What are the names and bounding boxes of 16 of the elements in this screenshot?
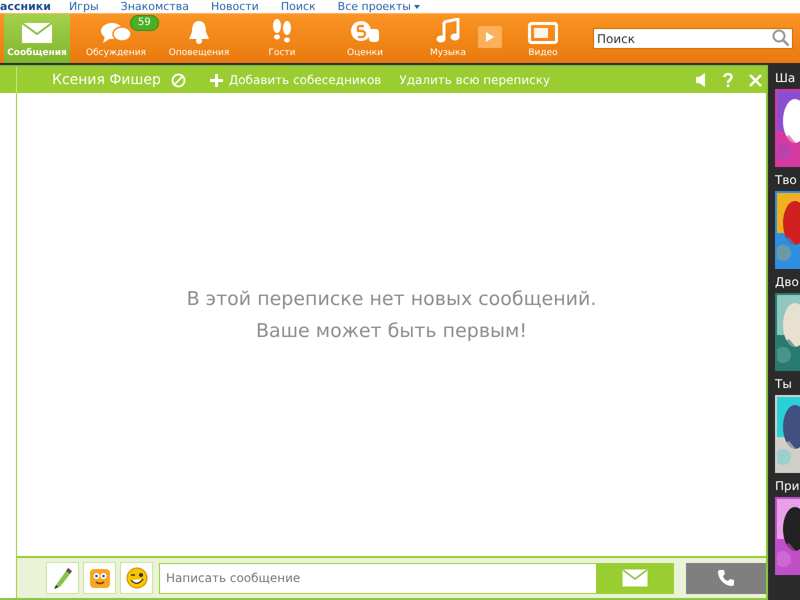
count-badge: 59 [130,15,159,31]
search-field[interactable]: Поиск [593,28,793,49]
top-link[interactable]: Все проекты [338,0,420,13]
top-link[interactable]: Поиск [280,0,316,13]
top-link[interactable]: Знакомства [120,0,189,13]
feed-title[interactable]: Ты [775,374,800,394]
site-logo-text[interactable]: ассники [0,0,51,13]
empty-state-text: Ваше может быть первым! [256,318,527,344]
top-link[interactable]: Игры [68,0,99,13]
empty-state-text: В этой переписке нет новых сообщений. [186,286,596,312]
feed-title[interactable]: Ша [775,68,800,88]
message-field[interactable]: Написать сообщение [159,562,596,594]
top-link[interactable]: Новости [210,0,259,13]
feed-title[interactable]: Тво [775,170,800,190]
feed-title[interactable]: Дво [775,272,800,292]
feed-title[interactable]: При [775,476,800,496]
